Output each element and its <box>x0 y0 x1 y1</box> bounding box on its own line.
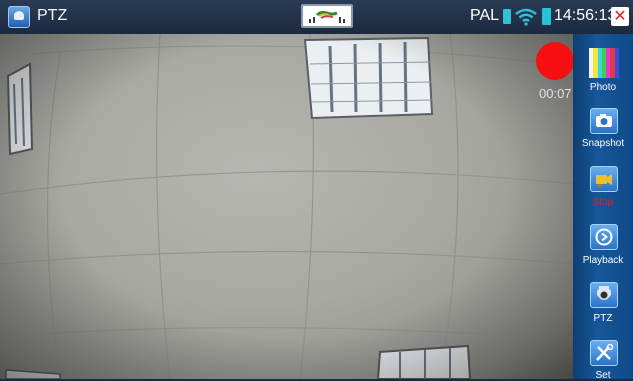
side-toolbar: Photo Snapshot Stop Playback PTZ Set <box>573 34 633 381</box>
snapshot-button[interactable]: Snapshot <box>573 108 633 158</box>
color-bars-icon <box>589 48 619 78</box>
photo-label: Photo <box>589 82 617 93</box>
stop-button[interactable]: Stop <box>573 166 633 216</box>
set-label: Set <box>595 370 611 381</box>
wifi-icon <box>515 8 537 26</box>
phone-icon <box>503 9 511 24</box>
recording-timer: 00:07 <box>539 86 572 101</box>
dome-camera-icon <box>590 282 618 308</box>
tools-icon <box>590 340 618 366</box>
recording-indicator <box>536 42 574 80</box>
record-stop-icon <box>590 166 618 192</box>
camera-icon <box>590 108 618 134</box>
ptz-button[interactable]: PTZ <box>573 282 633 332</box>
signal-quality-icon <box>301 4 353 28</box>
app-title: PTZ <box>37 7 68 24</box>
playback-button[interactable]: Playback <box>573 224 633 274</box>
video-standard-label: PAL <box>470 7 500 24</box>
battery-icon <box>542 8 551 25</box>
status-bar: PTZ PAL 14:56:13 ✕ <box>0 0 633 34</box>
lens-vignette <box>0 34 573 379</box>
clock: 14:56:13 <box>554 7 617 24</box>
snapshot-label: Snapshot <box>581 138 625 149</box>
camera-app-icon[interactable] <box>8 6 30 28</box>
ptz-label: PTZ <box>593 313 613 324</box>
play-circle-icon <box>590 224 618 250</box>
photo-button[interactable]: Photo <box>573 48 633 98</box>
set-button[interactable]: Set <box>573 340 633 381</box>
close-button[interactable]: ✕ <box>611 7 629 26</box>
playback-label: Playback <box>582 255 624 266</box>
camera-viewport[interactable] <box>0 34 573 379</box>
stop-label: Stop <box>592 197 614 208</box>
